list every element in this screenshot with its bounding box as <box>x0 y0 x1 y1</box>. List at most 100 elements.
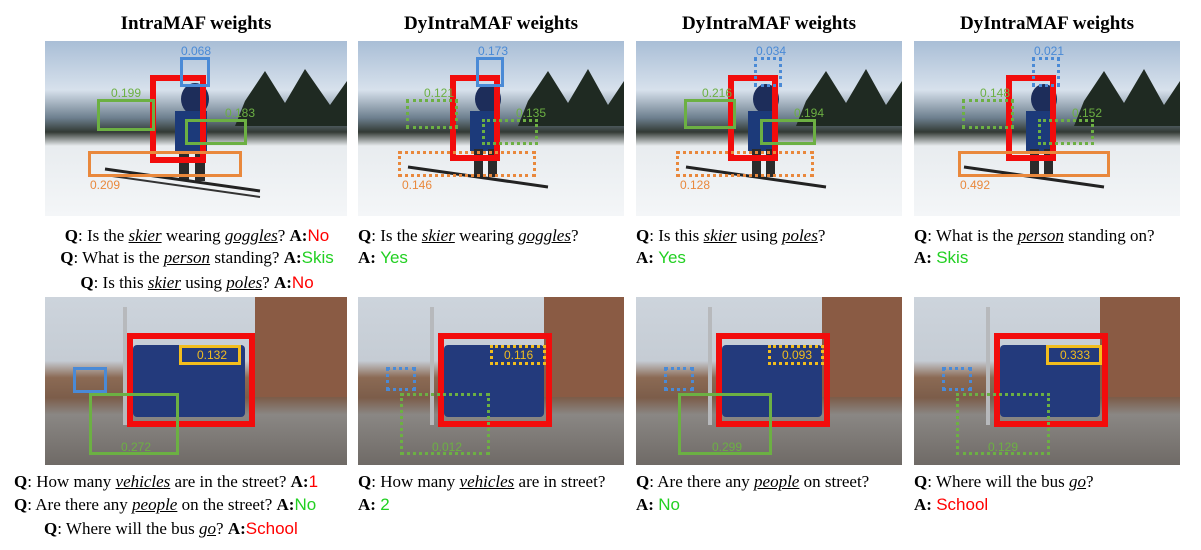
weight-label-green-right: 0.183 <box>225 106 256 120</box>
question-text: : Is the <box>371 226 422 245</box>
bus-photo: 0.093 0.299 <box>636 297 902 465</box>
question-text: : What is the <box>927 226 1018 245</box>
weight-label-yellow: 0.116 <box>504 348 534 362</box>
question-text: on street? <box>799 472 870 491</box>
qa-line: A: Yes <box>636 247 686 269</box>
qa-line: Q: Is this skier using poles? <box>636 225 825 247</box>
attention-box-orange <box>398 151 536 177</box>
q-label: Q <box>64 226 78 245</box>
qa-line: Q: Is the skier wearing goggles? <box>358 225 579 247</box>
weight-label-green-right: 0.135 <box>516 106 547 120</box>
question-text: : Is this <box>649 226 704 245</box>
q-label: Q <box>636 472 650 491</box>
question-text: : What is the <box>73 248 164 267</box>
bus-photo: 0.333 0.129 <box>914 297 1180 465</box>
attention-box-blue <box>942 367 972 391</box>
question-text: using <box>180 273 227 292</box>
weight-label-orange: 0.146 <box>402 178 433 192</box>
attention-box-green-left <box>962 99 1014 129</box>
weight-label-green-right: 0.194 <box>794 106 825 120</box>
q-label: Q <box>44 519 58 538</box>
attention-box-green-right <box>1038 119 1094 145</box>
a-colon: : <box>370 248 376 267</box>
question-text: using <box>736 226 782 245</box>
q-label: Q <box>14 495 28 514</box>
column-title: DyIntraMAF weights <box>960 13 1134 34</box>
weight-label-green: 0.129 <box>988 440 1019 454</box>
question-text: ? <box>216 519 228 538</box>
answer-correct: 2 <box>380 495 390 514</box>
keyword: people <box>132 495 178 514</box>
skier-photo: 0.021 0.148 0.152 0.492 <box>914 41 1180 216</box>
column-title: DyIntraMAF weights <box>682 13 856 34</box>
keyword: person <box>163 248 211 267</box>
qa-line: Q: What is the person standing on? <box>914 225 1155 247</box>
qa-line: Q: How many vehicles are in the street? … <box>14 471 318 493</box>
qa-line: Q: Where will the bus go? <box>914 471 1094 493</box>
qa-line: Q: Is the skier wearing goggles? A:No <box>20 225 374 247</box>
answer-correct: Skis <box>301 248 334 267</box>
q-label: Q <box>358 226 372 245</box>
question-text: ? <box>817 226 826 245</box>
building <box>255 297 347 397</box>
keyword: goggles <box>518 226 571 245</box>
answer-correct: No <box>658 495 680 514</box>
qa-line: A: No <box>636 494 680 516</box>
a-colon: : <box>926 248 932 267</box>
weight-label-yellow: 0.132 <box>197 348 228 362</box>
a-label: A: <box>289 226 308 245</box>
qa-line: A: School <box>914 494 988 516</box>
keyword: people <box>754 472 800 491</box>
attention-box-blue <box>1032 57 1060 87</box>
a-label: A <box>358 248 371 267</box>
a-label: A: <box>283 248 302 267</box>
attention-box-green-right <box>185 119 247 145</box>
qa-line: Q: How many vehicles are in street? <box>358 471 605 493</box>
answer-wrong: School <box>936 495 989 514</box>
a-colon: : <box>648 495 654 514</box>
bus-photo: 0.132 0.272 <box>45 297 347 465</box>
building <box>822 297 902 397</box>
skier-photo: 0.173 0.121 0.135 0.146 <box>358 41 624 216</box>
weight-label-green: 0.299 <box>712 440 743 454</box>
attention-box-green-left <box>684 99 736 129</box>
a-label: A <box>914 495 927 514</box>
attention-box-orange <box>676 151 814 177</box>
answer-wrong: 1 <box>308 472 319 491</box>
qa-line: Q: Is this skier using poles? A:No <box>20 272 374 294</box>
q-label: Q <box>80 273 94 292</box>
q-label: Q <box>14 472 28 491</box>
a-label: A <box>636 495 649 514</box>
answer-wrong: No <box>307 226 330 245</box>
weight-label-orange: 0.492 <box>960 178 991 192</box>
a-label: A: <box>273 273 292 292</box>
question-text: are in street? <box>514 472 606 491</box>
question-text: : Where will the bus <box>57 519 200 538</box>
attention-box-green-right <box>482 119 538 145</box>
question-text: on the street? <box>177 495 277 514</box>
qa-line: A: 2 <box>358 494 390 516</box>
question-text: standing? <box>210 248 284 267</box>
weight-label-orange: 0.209 <box>90 178 121 192</box>
attention-box-green-right <box>760 119 816 145</box>
attention-box-blue <box>386 367 416 391</box>
answer-correct: Skis <box>936 248 969 267</box>
weight-label-green-right: 0.152 <box>1072 106 1103 120</box>
question-text: wearing <box>161 226 225 245</box>
weight-label-green: 0.272 <box>121 440 152 454</box>
a-colon: : <box>648 248 654 267</box>
answer-correct: Yes <box>380 248 408 267</box>
question-text: standing on? <box>1063 226 1155 245</box>
question-text: ? <box>262 273 274 292</box>
question-text: : Where will the bus <box>927 472 1070 491</box>
weight-label-green-left: 0.199 <box>111 86 142 100</box>
attention-box-blue <box>754 57 782 87</box>
keyword: go <box>199 519 217 538</box>
q-label: Q <box>636 226 650 245</box>
keyword: skier <box>421 226 455 245</box>
a-colon: : <box>370 495 376 514</box>
attention-box-blue <box>476 57 504 87</box>
answer-correct: Yes <box>658 248 686 267</box>
keyword: skier <box>703 226 737 245</box>
a-colon: : <box>926 495 932 514</box>
